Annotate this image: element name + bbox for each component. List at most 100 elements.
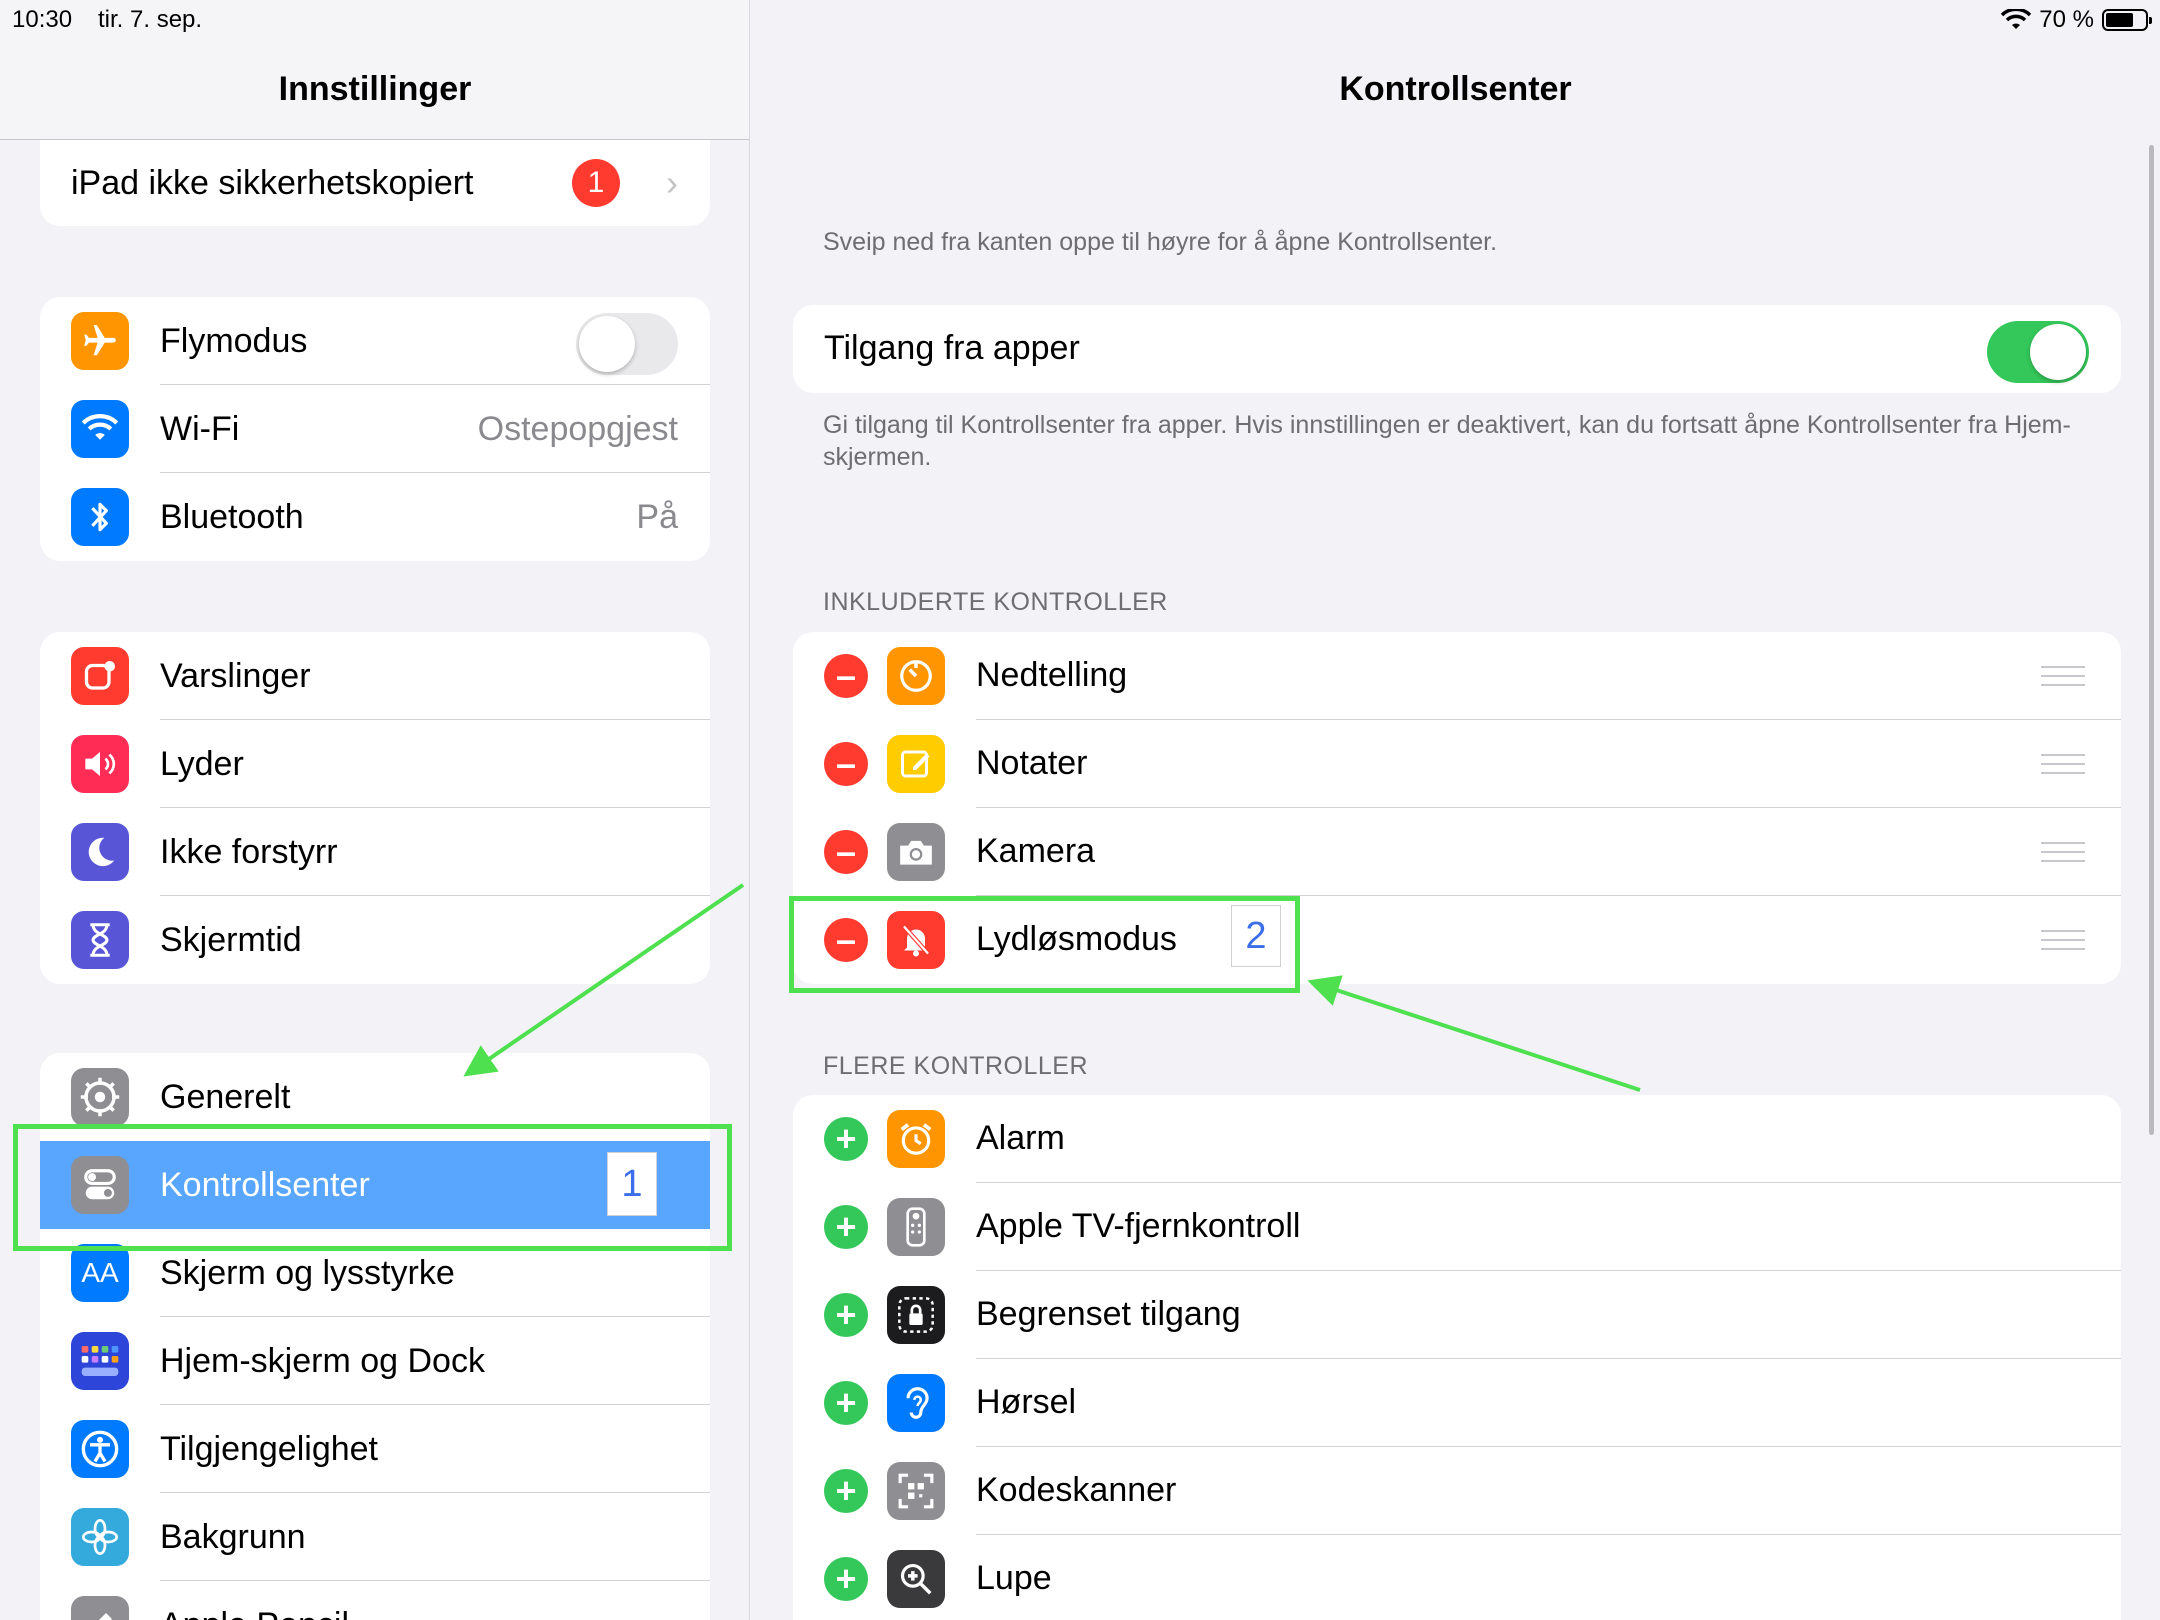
wifi-status-icon xyxy=(2001,9,2032,29)
included-row-notater: – Notater xyxy=(793,720,2121,808)
remove-notater-button[interactable]: – xyxy=(824,742,868,786)
varslinger-label: Varslinger xyxy=(160,656,311,695)
more-row-alarm: + Alarm xyxy=(793,1095,2121,1183)
accessibility-icon xyxy=(71,1420,129,1478)
step-2-tag: 2 xyxy=(1231,905,1281,967)
airplane-icon xyxy=(71,312,129,370)
included-row-nedtelling: – Nedtelling xyxy=(793,632,2121,720)
battery-icon xyxy=(2102,9,2152,31)
notater-label: Notater xyxy=(976,744,1088,782)
access-group: Tilgang fra apper xyxy=(793,305,2121,393)
horsel-label: Hørsel xyxy=(976,1383,1077,1421)
scrollbar[interactable] xyxy=(2149,145,2154,1135)
sidebar-item-hjem-skjerm[interactable]: Hjem-skjerm og Dock xyxy=(40,1317,710,1405)
begrenset-label: Begrenset tilgang xyxy=(976,1295,1241,1333)
status-bar: 10:30 tir. 7. sep. 70 % xyxy=(0,0,2160,40)
reorder-handle-icon[interactable] xyxy=(2041,930,2085,950)
sidebar-item-flymodus[interactable]: Flymodus xyxy=(40,297,710,385)
settings-sidebar: Innstillinger iPad ikke sikkerhetskopier… xyxy=(0,0,750,1620)
more-row-begrenset: + Begrenset tilgang xyxy=(793,1271,2121,1359)
sidebar-item-bakgrunn[interactable]: Bakgrunn xyxy=(40,1493,710,1581)
add-lupe-button[interactable]: + xyxy=(824,1557,868,1601)
nedtelling-label: Nedtelling xyxy=(976,656,1128,694)
tv-remote-icon xyxy=(887,1198,945,1256)
add-alarm-button[interactable]: + xyxy=(824,1117,868,1161)
notifications-group: Varslinger Lyder Ikke forstyrr Skjermtid xyxy=(40,632,710,984)
more-row-lupe: + Lupe xyxy=(793,1535,2121,1620)
remove-nedtelling-button[interactable]: – xyxy=(824,654,868,698)
access-from-apps-label: Tilgang fra apper xyxy=(824,329,1080,367)
sidebar-item-wifi[interactable]: Wi-Fi Ostepopgjest xyxy=(40,385,710,473)
apple-tv-label: Apple TV-fjernkontroll xyxy=(976,1207,1301,1245)
guided-access-lock-icon xyxy=(887,1286,945,1344)
step-1-tag: 1 xyxy=(607,1152,657,1216)
status-date: tir. 7. sep. xyxy=(98,6,203,33)
sidebar-item-ikke-forstyrr[interactable]: Ikke forstyrr xyxy=(40,808,710,896)
more-row-kodeskanner: + Kodeskanner xyxy=(793,1447,2121,1535)
bakgrunn-label: Bakgrunn xyxy=(160,1517,306,1556)
reorder-handle-icon[interactable] xyxy=(2041,666,2085,686)
kodeskanner-label: Kodeskanner xyxy=(976,1471,1177,1509)
camera-icon xyxy=(887,823,945,881)
sidebar-item-tilgjengelighet[interactable]: Tilgjengelighet xyxy=(40,1405,710,1493)
access-hint: Gi tilgang til Kontrollsenter fra apper.… xyxy=(823,411,2071,471)
connectivity-group: Flymodus Wi-Fi Ostepopgjest Bluetooth På xyxy=(40,297,710,561)
page-title: Kontrollsenter xyxy=(1339,70,1572,108)
control-center-panel: Kontrollsenter Sveip ned fra kanten oppe… xyxy=(751,0,2160,1620)
pencil-icon xyxy=(71,1596,129,1620)
add-kodeskanner-button[interactable]: + xyxy=(824,1469,868,1513)
sidebar-item-bluetooth[interactable]: Bluetooth På xyxy=(40,473,710,561)
included-row-kamera: – Kamera xyxy=(793,808,2121,896)
apple-pencil-label: Apple Pencil xyxy=(160,1606,349,1620)
ikke-forstyrr-label: Ikke forstyrr xyxy=(160,832,338,871)
timer-icon xyxy=(887,647,945,705)
skjerm-label: Skjerm og lysstyrke xyxy=(160,1253,455,1292)
generelt-label: Generelt xyxy=(160,1077,291,1116)
status-time: 10:30 xyxy=(12,6,73,33)
bluetooth-value: På xyxy=(636,497,678,536)
skjermtid-label: Skjermtid xyxy=(160,920,302,959)
tilgjengelighet-label: Tilgjengelighet xyxy=(160,1429,378,1468)
notifications-icon xyxy=(71,647,129,705)
add-horsel-button[interactable]: + xyxy=(824,1381,868,1425)
reorder-handle-icon[interactable] xyxy=(2041,842,2085,862)
flymodus-toggle[interactable] xyxy=(576,313,678,375)
alarm-label: Alarm xyxy=(976,1119,1065,1157)
sidebar-item-skjermtid[interactable]: Skjermtid xyxy=(40,896,710,984)
wifi-icon xyxy=(71,400,129,458)
speaker-icon xyxy=(71,735,129,793)
access-from-apps-toggle[interactable] xyxy=(1987,321,2089,383)
swipe-hint: Sveip ned fra kanten oppe til høyre for … xyxy=(823,228,1498,256)
sidebar-item-lyder[interactable]: Lyder xyxy=(40,720,710,808)
hourglass-icon xyxy=(71,911,129,969)
add-apple-tv-button[interactable]: + xyxy=(824,1205,868,1249)
more-header: FLERE KONTROLLER xyxy=(823,1052,1089,1080)
more-row-horsel: + Hørsel xyxy=(793,1359,2121,1447)
lupe-label: Lupe xyxy=(976,1559,1052,1597)
lyder-label: Lyder xyxy=(160,744,244,783)
included-header: INKLUDERTE KONTROLLER xyxy=(823,588,1168,616)
sidebar-item-apple-pencil[interactable]: Apple Pencil xyxy=(40,1581,710,1620)
more-row-apple-tv: + Apple TV-fjernkontroll xyxy=(793,1183,2121,1271)
wifi-value: Ostepopgjest xyxy=(477,409,678,448)
flymodus-label: Flymodus xyxy=(160,321,308,360)
bluetooth-label: Bluetooth xyxy=(160,497,304,536)
wallpaper-flower-icon xyxy=(71,1508,129,1566)
chevron-right-icon: › xyxy=(666,162,678,203)
reorder-handle-icon[interactable] xyxy=(2041,754,2085,774)
backup-group: iPad ikke sikkerhetskopiert 1 › xyxy=(40,140,710,226)
battery-percent: 70 % xyxy=(2039,6,2094,33)
display-brightness-icon: AA xyxy=(71,1244,129,1302)
highlight-box-lydlosmodus xyxy=(789,896,1300,993)
hjem-skjerm-label: Hjem-skjerm og Dock xyxy=(160,1341,485,1380)
notes-icon xyxy=(887,735,945,793)
sidebar-item-varslinger[interactable]: Varslinger xyxy=(40,632,710,720)
add-begrenset-button[interactable]: + xyxy=(824,1293,868,1337)
gear-icon xyxy=(71,1068,129,1126)
bluetooth-icon xyxy=(71,488,129,546)
access-from-apps-row: Tilgang fra apper xyxy=(793,305,2121,393)
remove-kamera-button[interactable]: – xyxy=(824,830,868,874)
sidebar-item-backup[interactable]: iPad ikke sikkerhetskopiert 1 › xyxy=(40,140,710,226)
magnifier-icon xyxy=(887,1550,945,1608)
moon-icon xyxy=(71,823,129,881)
